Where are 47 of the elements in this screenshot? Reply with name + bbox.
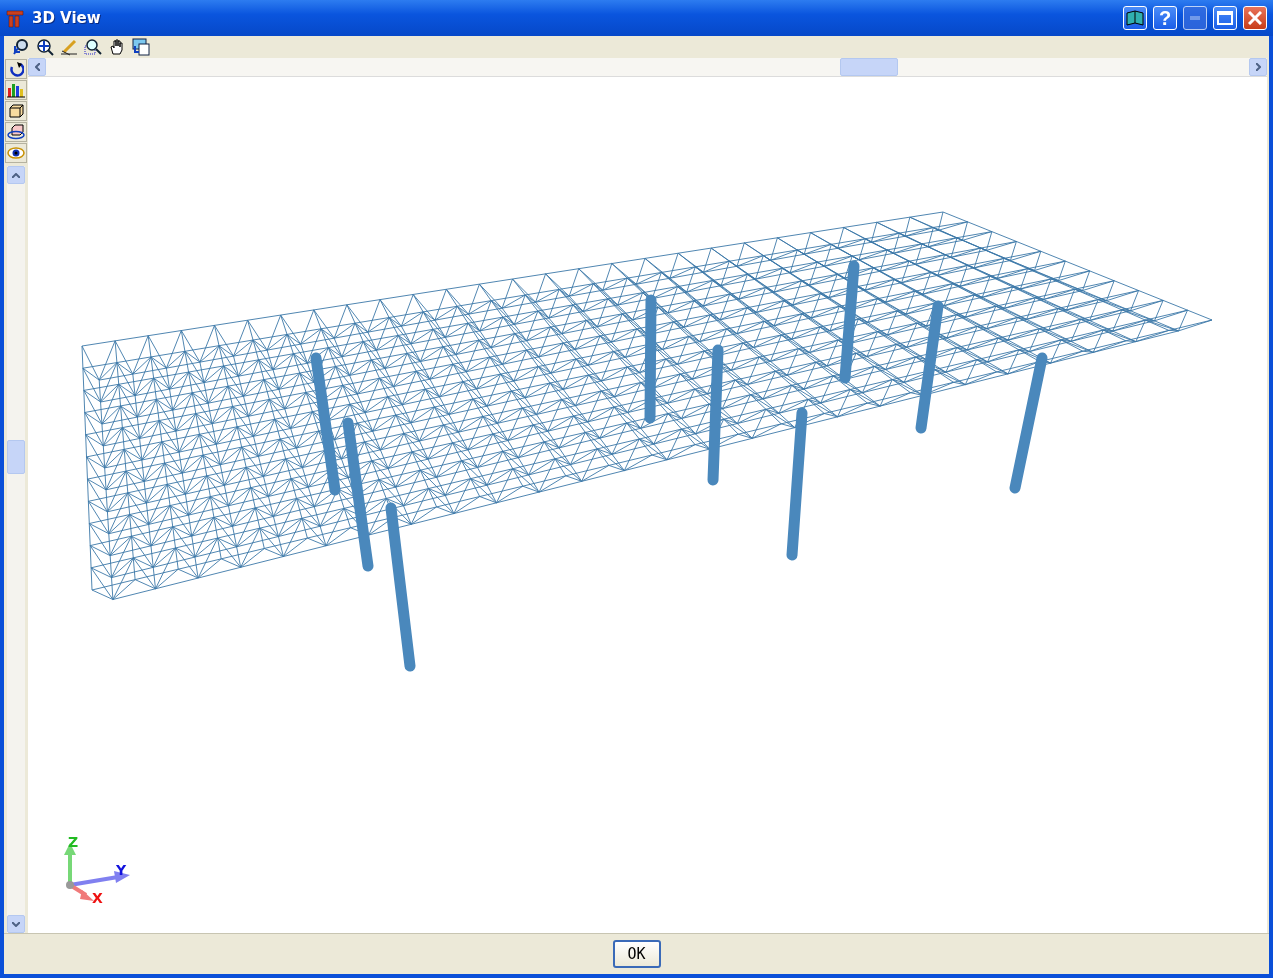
toolbar-button[interactable] [5,143,27,163]
app-logo-icon [6,8,26,28]
maximize-button[interactable] [1213,6,1237,30]
minimize-icon [1190,16,1200,20]
book-icon [1126,10,1144,26]
help-book-button[interactable] [1123,6,1147,30]
axis-label: Z [68,834,79,850]
vertical-scrollbar[interactable] [7,166,25,933]
scroll-right-button[interactable] [1249,58,1267,76]
toolbar-button[interactable] [5,122,27,142]
scroll-thumb[interactable] [7,440,25,474]
toolbar-button[interactable] [5,101,27,121]
close-icon [1248,11,1262,25]
chevron-left-icon [34,63,40,71]
magnifier-icon [83,38,102,56]
toolbar-button[interactable] [10,37,31,57]
close-button[interactable] [1243,6,1267,30]
toolbar-button[interactable] [82,37,103,57]
pencil-icon [59,38,78,56]
chevron-up-icon [12,172,20,178]
magnifier-arrow-icon [11,38,30,56]
hand-icon [107,38,126,56]
origin-dot [66,881,74,889]
horizontal-scrollbar[interactable] [28,58,1267,76]
scroll-thumb[interactable] [840,58,898,76]
scroll-down-button[interactable] [7,915,25,933]
cube-icon [8,103,24,119]
toolbar-button[interactable] [130,37,151,57]
scroll-left-button[interactable] [28,58,46,76]
axis-label: X [92,890,103,906]
scroll-up-button[interactable] [7,166,25,184]
axis-label: Y [116,862,127,878]
window-title: 3D View [32,9,102,27]
eye-icon [7,145,25,161]
help-button[interactable]: ? [1153,6,1177,30]
bar-chart-icon [7,82,25,98]
toolbar-button[interactable] [5,59,27,79]
copy-icon [131,38,150,56]
maximize-icon [1217,11,1233,25]
ok-button[interactable]: OK [612,940,661,968]
rotate-arrow-icon [8,61,24,77]
cube-orbit-icon [7,124,25,140]
chevron-right-icon [1255,63,1261,71]
magnifier-arrows-icon [35,38,54,56]
toolbar-button[interactable] [34,37,55,57]
toolbar-button[interactable] [5,80,27,100]
chevron-down-icon [12,921,20,927]
